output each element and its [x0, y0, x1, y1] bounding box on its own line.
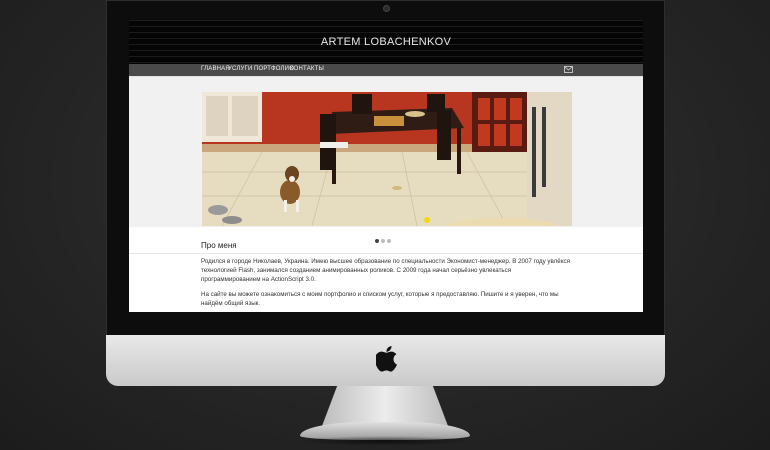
- site-header: ARTEM LOBACHENKOV: [129, 20, 643, 64]
- apple-logo-icon: [376, 346, 397, 372]
- website-screen: ARTEM LOBACHENKOV ГЛАВНАЯ УСЛУГИ ПОРТФОЛ…: [129, 20, 643, 312]
- slider-dot[interactable]: [387, 239, 391, 243]
- about-heading: Про меня: [201, 241, 237, 250]
- nav-item-portfolio[interactable]: ПОРТФОЛИО: [254, 66, 294, 72]
- portfolio-slide-image[interactable]: [202, 92, 572, 226]
- nav-item-services[interactable]: УСЛУГИ: [228, 66, 252, 72]
- divider: [129, 253, 643, 254]
- site-title[interactable]: ARTEM LOBACHENKOV: [129, 36, 643, 48]
- slider-dot[interactable]: [381, 239, 385, 243]
- about-paragraph-1: Родился в городе Николаев, Украина. Имею…: [201, 258, 570, 283]
- nav-item-contacts[interactable]: КОНТАКТЫ: [290, 66, 324, 72]
- camera-icon: [384, 6, 389, 11]
- nav-item-home[interactable]: ГЛАВНАЯ: [201, 66, 230, 72]
- about-paragraph-2: На сайте вы можете ознакомиться с моим п…: [201, 291, 559, 307]
- slider-dot[interactable]: [375, 239, 379, 243]
- slider-pagination: [375, 230, 393, 248]
- monitor-stand: [322, 386, 448, 426]
- base-shadow: [296, 436, 474, 446]
- main-navigation: ГЛАВНАЯ УСЛУГИ ПОРТФОЛИО КОНТАКТЫ: [129, 64, 643, 76]
- mail-icon[interactable]: [564, 66, 573, 73]
